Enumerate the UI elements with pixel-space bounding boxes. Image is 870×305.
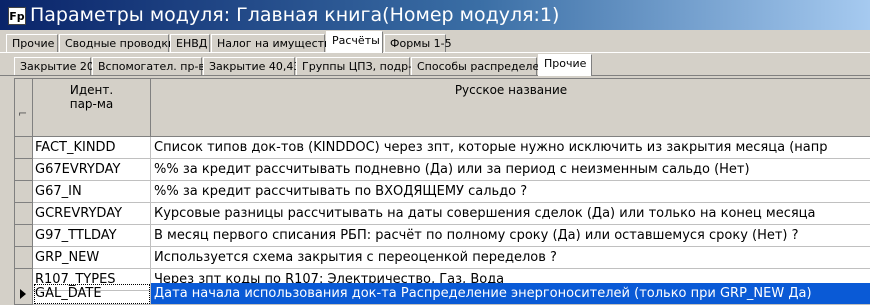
row-indicator[interactable] (15, 203, 33, 225)
table-row[interactable]: G97_TTLDAY В месяц первого списания РБП:… (15, 225, 870, 247)
row-indicator[interactable] (15, 225, 33, 247)
grid-header-name[interactable]: Русское название (151, 79, 870, 137)
sub-tab-divider (0, 75, 870, 76)
row-indicator[interactable] (15, 283, 33, 305)
cell-code[interactable]: FACT_KINDD (33, 137, 151, 159)
sort-indicator-icon: ⌐ (18, 107, 28, 120)
subtab-gruppy-cpz[interactable]: Группы ЦПЗ, подр-й (296, 57, 419, 75)
current-row-arrow-icon (20, 289, 26, 299)
cell-code[interactable]: G97_TTLDAY (33, 225, 151, 247)
subtab-vspomogatel[interactable]: Вспомогател. пр-ва (92, 57, 212, 75)
app-icon: Fp (8, 7, 26, 25)
cell-name[interactable]: Курсовые разницы рассчитывать на даты со… (151, 203, 870, 225)
table-row[interactable]: G67EVRYDAY %% за кредит рассчитывать под… (15, 159, 870, 181)
tab-raschety[interactable]: Расчёты (326, 31, 383, 53)
cell-name[interactable]: %% за кредит рассчитывать подневно (Да) … (151, 159, 870, 181)
tab-svodnye-provodki[interactable]: Сводные проводки (59, 34, 175, 52)
table-row[interactable]: G67_IN %% за кредит рассчитывать по ВХОД… (15, 181, 870, 203)
tab-prochie[interactable]: Прочие (6, 34, 58, 52)
table-row-selected[interactable]: GAL_DATE Дата начала использования док-т… (15, 283, 870, 305)
window-title: Параметры модуля: Главная книга(Номер мо… (30, 4, 560, 26)
cell-code[interactable]: GAL_DATE (33, 283, 151, 305)
left-margin (0, 78, 14, 304)
table-row[interactable]: GRP_NEW Используется схема закрытия с пе… (15, 247, 870, 269)
cell-code[interactable]: G67_IN (33, 181, 151, 203)
subtab-prochie[interactable]: Прочие (538, 54, 592, 76)
cell-name[interactable]: В месяц первого списания РБП: расчёт по … (151, 225, 870, 247)
main-tab-strip: Прочие Сводные проводки ЕНВД Налог на им… (0, 31, 870, 53)
row-indicator[interactable] (15, 159, 33, 181)
table-row[interactable]: FACT_KINDD Список типов док-тов (KINDDOC… (15, 137, 870, 159)
grid-header-code[interactable]: Идент. пар-ма (33, 79, 151, 137)
cell-name[interactable]: Список типов док-тов (KINDDOC) через зпт… (151, 137, 870, 159)
parameters-grid[interactable]: ⌐ Идент. пар-ма Русское название FACT_KI… (14, 78, 870, 305)
subtab-zakrytie-40-43[interactable]: Закрытие 40,43 (203, 57, 300, 75)
subtab-zakrytie-20[interactable]: Закрытие 20 (14, 57, 94, 75)
cell-code[interactable]: GRP_NEW (33, 247, 151, 269)
grid-header-indicator: ⌐ (15, 79, 33, 137)
tab-formy-1-5[interactable]: Формы 1-5 (384, 34, 452, 52)
table-row[interactable]: GCREVRYDAY Курсовые разницы рассчитывать… (15, 203, 870, 225)
cell-name[interactable]: Дата начала использования док-та Распред… (151, 283, 870, 305)
cell-code[interactable]: G67EVRYDAY (33, 159, 151, 181)
cell-code[interactable]: GCREVRYDAY (33, 203, 151, 225)
row-indicator[interactable] (15, 137, 33, 159)
cell-name[interactable]: %% за кредит рассчитывать по ВХОДЯЩЕМУ с… (151, 181, 870, 203)
tab-envd[interactable]: ЕНВД (170, 34, 210, 52)
tab-strip-divider (0, 52, 870, 53)
sub-tab-strip: Закрытие 20 Вспомогател. пр-ва Закрытие … (0, 54, 870, 76)
tab-nalog-na-imushchestvo[interactable]: Налог на имущество (211, 34, 337, 52)
row-indicator[interactable] (15, 247, 33, 269)
cell-name[interactable]: Используется схема закрытия с переоценко… (151, 247, 870, 269)
window-titlebar[interactable]: Fp Параметры модуля: Главная книга(Номер… (0, 0, 870, 30)
subtab-sposoby-raspredelen[interactable]: Способы распределен. (411, 57, 550, 75)
row-indicator[interactable] (15, 181, 33, 203)
